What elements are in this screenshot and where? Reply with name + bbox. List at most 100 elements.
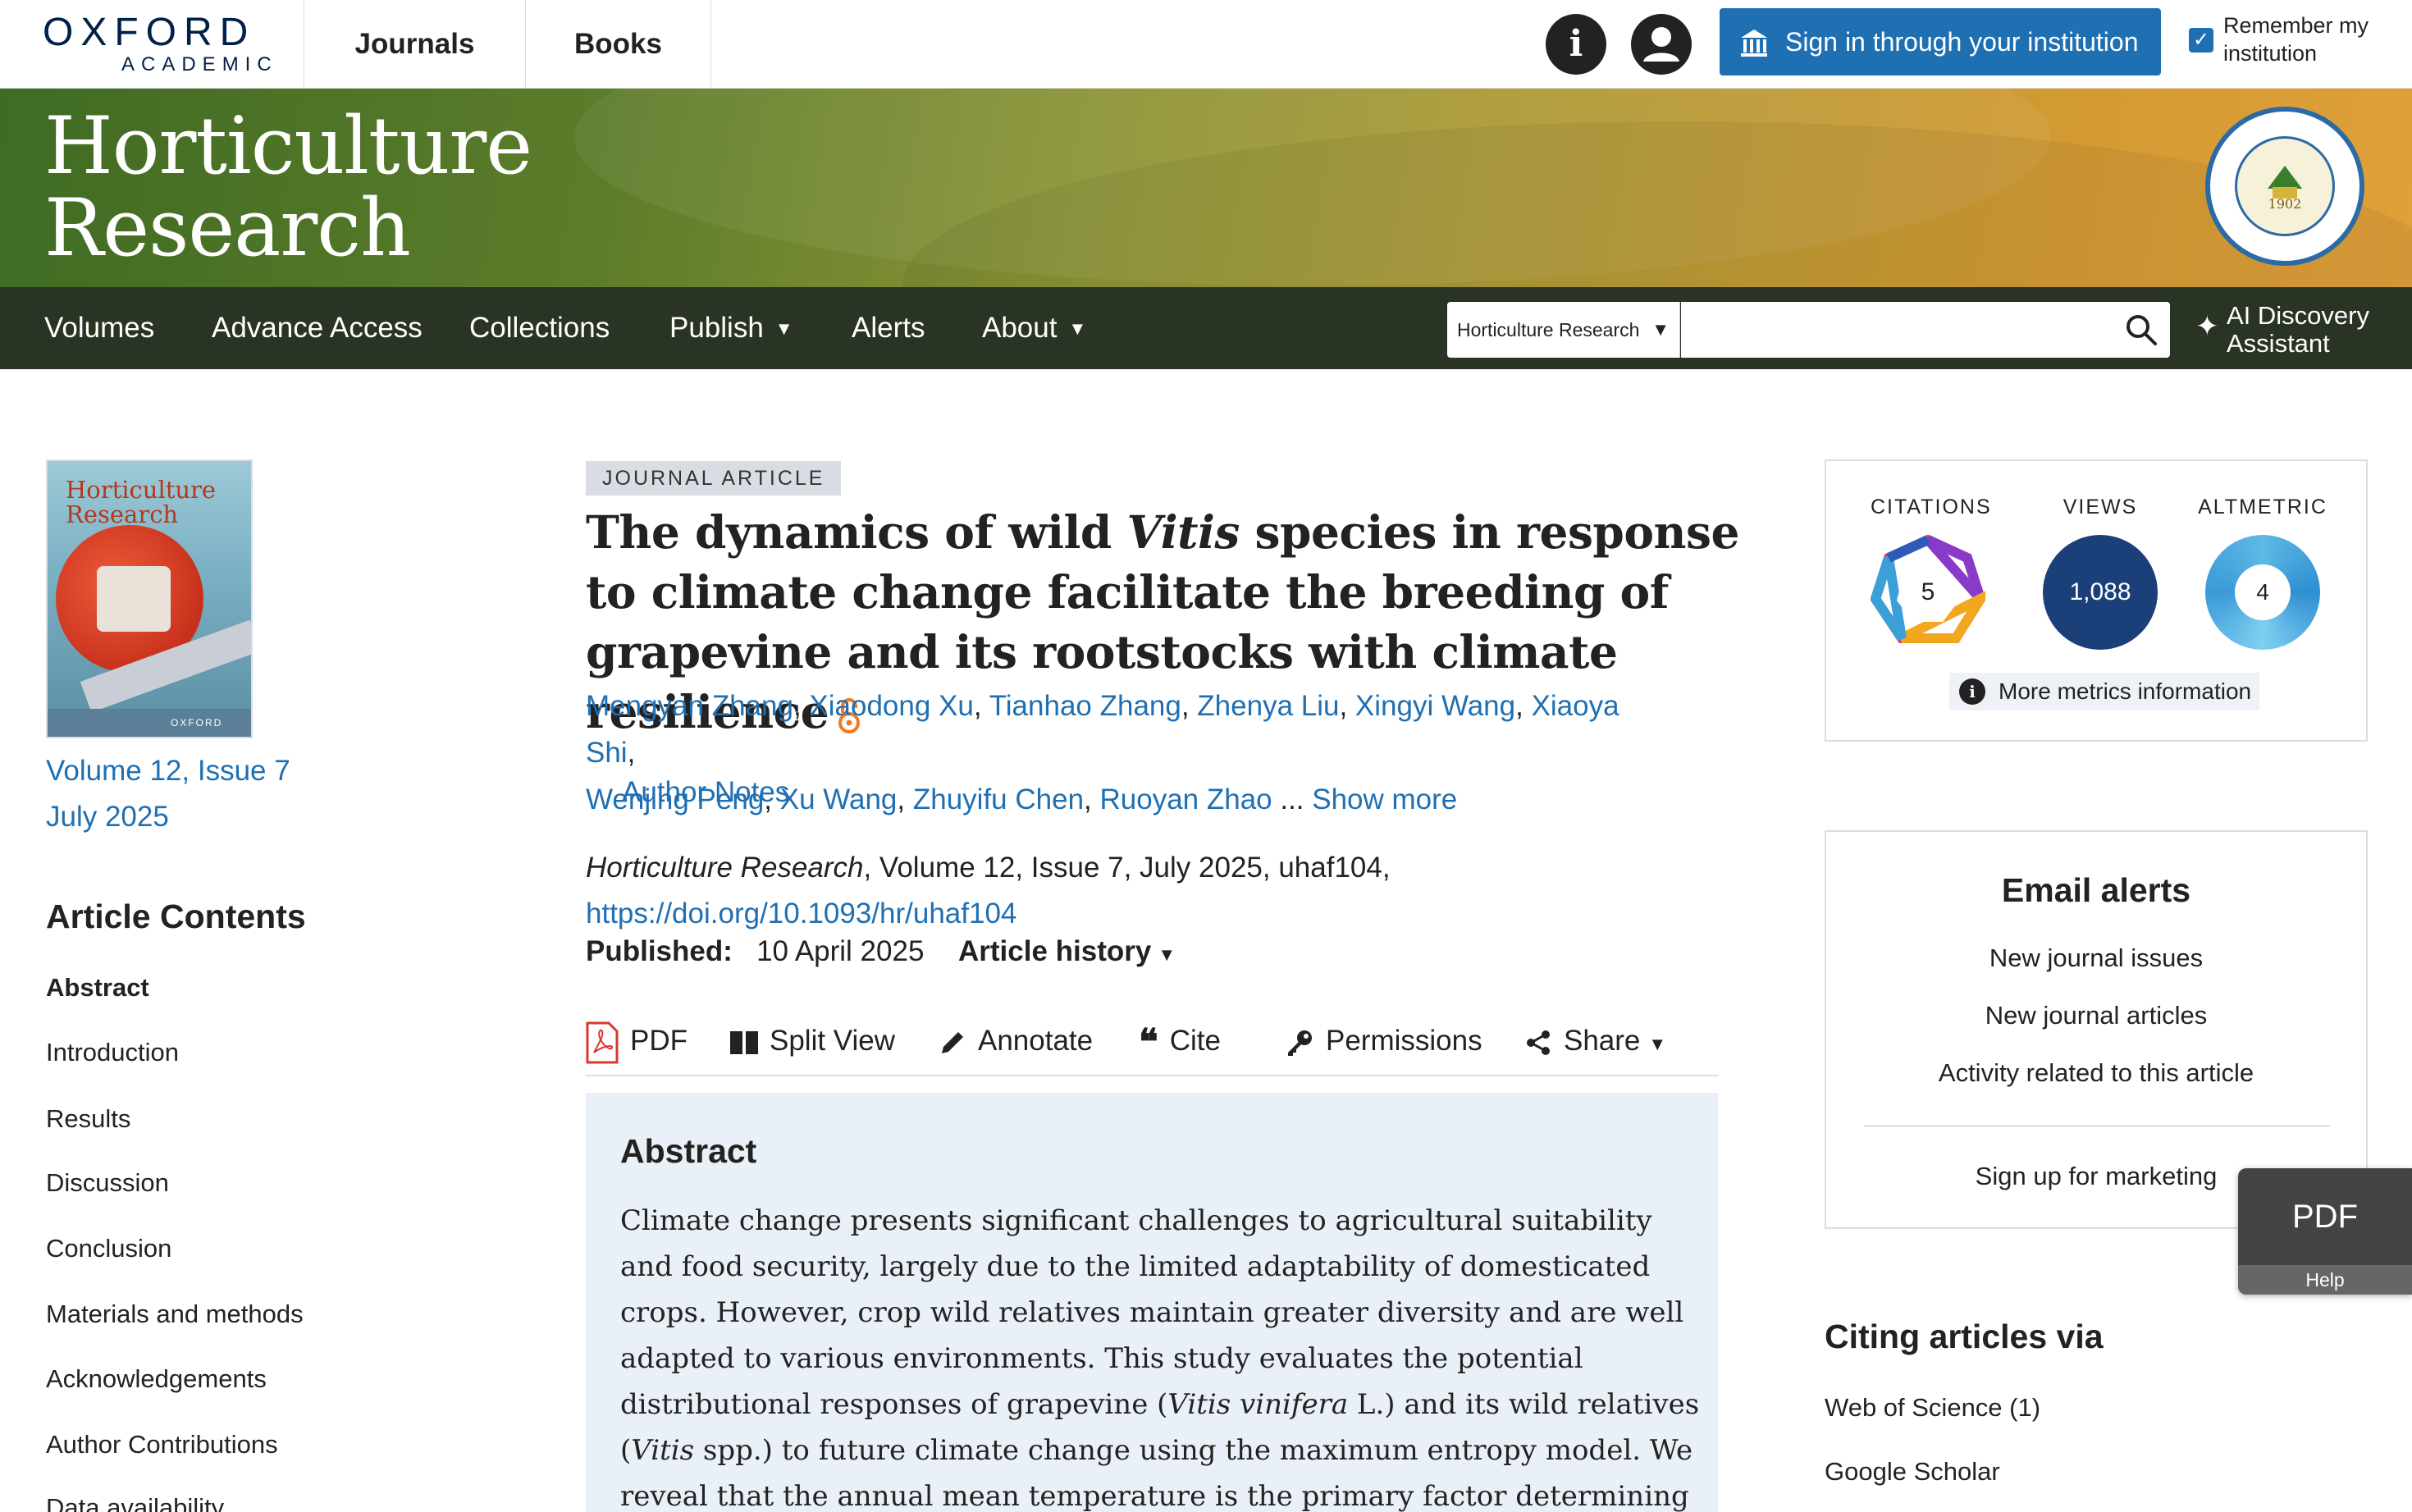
show-more-authors-link[interactable]: Show more [1312,783,1457,815]
issue-date-link[interactable]: July 2025 [46,799,169,835]
citation-info: Horticulture Research, Volume 12, Issue … [586,852,1391,930]
abstract-text: Climate change presents significant chal… [620,1204,1700,1512]
nav-journals[interactable]: Journals [304,0,525,89]
journal-title[interactable]: Horticulture Research [44,105,532,269]
published-date: Published: 10 April 2025 [586,935,925,967]
info-icon: i [1959,678,1985,705]
ai-label-line2: Assistant [2227,329,2330,358]
nanjing-agricultural-university-seal: 1902 [2205,107,2364,266]
logo-line-oxford: OXFORD [43,11,256,54]
sign-in-label: Sign in through your institution [1785,27,2139,57]
author-link[interactable]: Zhuyifu Chen [913,783,1084,815]
article-history-toggle[interactable]: Article history ▼ [958,935,1176,968]
altmetric-value: 4 [2235,564,2291,620]
citing-articles-title: Citing articles via [1825,1318,2104,1355]
author-link[interactable]: Ruoyan Zhao [1099,783,1272,815]
toc-conclusion[interactable]: Conclusion [46,1234,171,1263]
author-link[interactable]: Xiaodong Xu [809,690,973,722]
annotate-button[interactable]: Annotate [939,1016,1093,1067]
nav-about[interactable]: About ▼ [982,287,1086,372]
share-button[interactable]: Share ▼ [1524,1016,1666,1067]
issue-volume-link[interactable]: Volume 12, Issue 7 [46,753,290,789]
cite-button[interactable]: ❝ Cite [1139,1016,1221,1067]
article-contents-title: Article Contents [46,898,306,935]
account-icon[interactable] [1631,14,1692,75]
pdf-button[interactable]: PDF [586,1016,688,1067]
info-icon[interactable]: i [1546,14,1606,75]
divider [710,0,711,89]
toc-abstract[interactable]: Abstract [46,973,149,1003]
citations-value: 5 [1921,578,1935,605]
toc-discussion[interactable]: Discussion [46,1168,169,1198]
abstract-heading: Abstract [620,1132,757,1170]
more-metrics-button[interactable]: i More metrics information [1949,673,2260,710]
nav-books[interactable]: Books [526,0,710,89]
toc-materials-methods[interactable]: Materials and methods [46,1300,304,1329]
logo-line-academic: ACADEMIC [121,53,278,75]
search-input[interactable] [1681,302,2170,358]
article-type-badge: JOURNAL ARTICLE [586,461,842,496]
search-icon[interactable] [2123,312,2159,348]
web-of-science-link[interactable]: Web of Science (1) [1825,1393,2040,1423]
altmetric-badge[interactable]: 4 [2205,535,2320,650]
google-scholar-link[interactable]: Google Scholar [1825,1457,2000,1487]
floating-pdf-button[interactable]: PDF [2238,1168,2412,1265]
split-view-button[interactable]: Split View [730,1016,895,1067]
toc-results[interactable]: Results [46,1104,130,1134]
chevron-down-icon: ▼ [1068,318,1087,339]
remember-label: Remember my institution [2223,13,2369,66]
chevron-down-icon: ▼ [1651,319,1670,340]
key-icon [1288,1030,1312,1056]
chevron-down-icon: ▼ [1158,944,1176,965]
author-link[interactable]: Xingyi Wang [1355,690,1515,722]
alert-new-articles-link[interactable]: New journal articles [1826,1001,2366,1030]
institution-icon [1741,30,1767,57]
ai-label-line1: AI Discovery [2227,301,2369,330]
altmetric-label: ALTMETRIC [2198,496,2327,518]
chevron-down-icon: ▼ [1648,1034,1667,1054]
author-notes-link[interactable]: Author Notes [622,776,789,809]
pencil-icon [942,1031,963,1053]
pdf-icon [586,1021,619,1064]
share-icon [1527,1030,1550,1055]
abstract-section: Abstract Climate change presents signifi… [586,1093,1718,1512]
author-link[interactable]: Tianhao Zhang [989,690,1181,722]
journal-name: Horticulture Research [586,852,864,884]
journal-title-line1: Horticulture [44,100,532,192]
ai-discovery-assistant-button[interactable]: ✦ AI Discovery Assistant [2195,300,2401,359]
toc-introduction[interactable]: Introduction [46,1038,179,1067]
email-alerts-title: Email alerts [2001,871,2191,909]
citations-badge[interactable]: 5 [1870,534,1994,650]
remember-checkbox[interactable]: ✓ [2189,28,2213,53]
cover-oxford-logo: OXFORD [171,717,223,729]
search-scope-select[interactable]: Horticulture Research ▼ [1447,302,1680,358]
nav-advance-access[interactable]: Advance Access [212,287,423,369]
toc-author-contributions[interactable]: Author Contributions [46,1430,278,1459]
oxford-academic-logo[interactable]: OXFORD ACADEMIC [43,11,278,77]
nav-volumes[interactable]: Volumes [44,287,154,369]
help-button[interactable]: Help [2238,1265,2412,1295]
alert-article-activity-link[interactable]: Activity related to this article [1826,1058,2366,1088]
views-badge[interactable]: 1,088 [2043,535,2158,650]
nav-alerts[interactable]: Alerts [852,287,925,369]
seal-year: 1902 [2268,196,2302,212]
doi-link[interactable]: https://doi.org/10.1093/hr/uhaf104 [586,898,1016,930]
author-link[interactable]: Xu Wang [780,783,898,815]
floating-pdf-help-widget[interactable]: PDF Help [2238,1168,2412,1295]
alert-new-issues-link[interactable]: New journal issues [1826,943,2366,973]
chevron-down-icon: ▼ [774,318,793,339]
nav-publish[interactable]: Publish ▼ [669,287,793,372]
split-view-icon [730,1030,758,1054]
issue-cover-image[interactable]: Horticulture Research OXFORD [46,459,253,738]
quote-icon: ❝ [1139,1021,1158,1063]
citations-label: CITATIONS [1871,496,1992,518]
author-link[interactable]: Zhenya Liu [1197,690,1339,722]
toc-acknowledgements[interactable]: Acknowledgements [46,1364,267,1394]
search-scope-value: Horticulture Research [1457,319,1640,340]
permissions-button[interactable]: Permissions [1285,1016,1482,1067]
journal-title-line2: Research [44,182,411,274]
nav-collections[interactable]: Collections [469,287,610,369]
author-link[interactable]: Mengyan Zhang [586,690,793,722]
sign-in-institution-button[interactable]: Sign in through your institution [1720,8,2161,75]
toc-data-availability[interactable]: Data availability [46,1493,224,1512]
